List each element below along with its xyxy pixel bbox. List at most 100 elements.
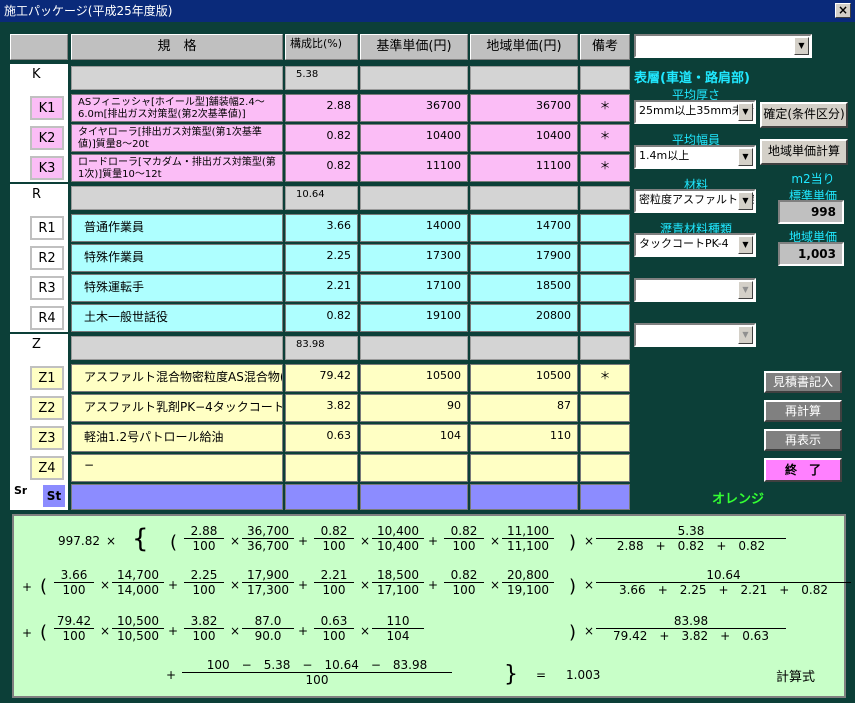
denominator: 104 bbox=[386, 629, 410, 643]
disabled-select-2[interactable]: ▼ bbox=[634, 323, 756, 347]
brace-close: } bbox=[504, 662, 518, 687]
plus-sign: + bbox=[298, 624, 309, 638]
exit-button[interactable]: 終 了 bbox=[764, 458, 842, 482]
times-sign: × bbox=[230, 624, 241, 638]
chevron-down-icon[interactable]: ▼ bbox=[738, 148, 753, 166]
m2-label: m2当り 標準単価 bbox=[788, 172, 837, 203]
header-note: 備考 bbox=[580, 34, 630, 60]
st-key: St bbox=[42, 484, 66, 508]
formula-base: 997.82 bbox=[58, 534, 100, 548]
chevron-down-icon[interactable]: ▼ bbox=[738, 236, 753, 254]
row-local-Z4 bbox=[470, 454, 578, 482]
row-local-R3: 18500 bbox=[470, 274, 578, 302]
paren-close: ) bbox=[569, 576, 577, 597]
group-local-cell bbox=[470, 336, 578, 360]
denominator: 100 bbox=[322, 629, 346, 643]
disabled-select-1[interactable]: ▼ bbox=[634, 278, 756, 302]
chevron-down-icon[interactable]: ▼ bbox=[738, 281, 753, 299]
numerator: 11,100 bbox=[502, 524, 554, 539]
denominator: 100 bbox=[192, 629, 216, 643]
denominator: 100 bbox=[322, 583, 346, 597]
denominator: 90.0 bbox=[254, 629, 282, 643]
row-std-R2: 17300 bbox=[360, 244, 468, 272]
estimate-button[interactable]: 見積書記入 bbox=[764, 371, 842, 393]
times-sign: × bbox=[584, 624, 595, 638]
section-title: 表層(車道・路肩部) bbox=[634, 71, 750, 86]
times-sign: × bbox=[100, 578, 111, 592]
fraction-rest: 100 − 5.38 − 10.64 − 83.98 100 bbox=[182, 658, 452, 687]
numerator: 5.38 bbox=[596, 524, 786, 539]
row-local-Z1: 10500 bbox=[470, 364, 578, 392]
row-name-Z3: 軽油1.2号パトロール給油 bbox=[71, 424, 283, 452]
row-key-R4: R4 bbox=[30, 306, 64, 330]
plus-sign: + bbox=[22, 580, 33, 594]
fraction-weight: 10.64 3.66 + 2.25 + 2.21 + 0.82 bbox=[596, 568, 851, 597]
row-name-K1: ASフィニッシャ[ホイール型]舗装幅2.4〜6.0m[排出ガス対策型(第2次基準… bbox=[71, 94, 283, 122]
row-ratio-K1: 2.88 bbox=[285, 94, 358, 122]
row-note-Z1: ＊ bbox=[580, 364, 630, 392]
chevron-down-icon[interactable]: ▼ bbox=[738, 192, 753, 210]
chevron-down-icon[interactable]: ▼ bbox=[794, 37, 809, 55]
close-button[interactable]: × bbox=[835, 3, 851, 18]
fraction-price: 17,900 17,300 bbox=[242, 568, 294, 597]
fraction-price: 11,100 11,100 bbox=[502, 524, 554, 553]
numerator: 2.88 bbox=[184, 524, 224, 539]
group-std-cell bbox=[360, 186, 468, 210]
numerator: 20,800 bbox=[502, 568, 554, 583]
row-local-R2: 17900 bbox=[470, 244, 578, 272]
row-key-R2: R2 bbox=[30, 246, 64, 270]
chevron-down-icon[interactable]: ▼ bbox=[738, 326, 753, 344]
row-std-K2: 10400 bbox=[360, 124, 468, 152]
numerator: 3.82 bbox=[184, 614, 224, 629]
confirm-button[interactable]: 確定(条件区分) bbox=[760, 102, 848, 128]
times-sign: × bbox=[490, 534, 501, 548]
row-ratio-R1: 3.66 bbox=[285, 214, 358, 242]
local-unit-value: 1,003 bbox=[778, 242, 844, 266]
top-select[interactable]: ▼ bbox=[634, 34, 812, 58]
st-name-cell bbox=[71, 484, 283, 510]
fraction-price: 14,700 14,000 bbox=[112, 568, 164, 597]
recalc-button[interactable]: 再計算 bbox=[764, 400, 842, 422]
fraction-price: 20,800 19,100 bbox=[502, 568, 554, 597]
row-std-R4: 19100 bbox=[360, 304, 468, 332]
row-std-Z3: 104 bbox=[360, 424, 468, 452]
sr-label: Sr bbox=[14, 484, 28, 497]
denominator: 3.66 + 2.25 + 2.21 + 0.82 bbox=[618, 583, 829, 597]
fraction-price: 36,700 36,700 bbox=[242, 524, 294, 553]
fraction-ratio: 2.21 100 bbox=[314, 568, 354, 597]
paren-open: ( bbox=[40, 576, 48, 597]
window-titlebar: 施工パッケージ(平成25年度版) × bbox=[0, 0, 855, 22]
row-ratio-K2: 0.82 bbox=[285, 124, 358, 152]
plus-sign: + bbox=[22, 626, 33, 640]
group-ratio: 10.64 bbox=[285, 186, 358, 210]
row-note-Z4 bbox=[580, 454, 630, 482]
row-std-K1: 36700 bbox=[360, 94, 468, 122]
redisplay-button[interactable]: 再表示 bbox=[764, 429, 842, 451]
fraction-price: 87.0 90.0 bbox=[242, 614, 294, 643]
material-select[interactable]: 密粒度アスファルト混合物▼ bbox=[634, 189, 756, 213]
denominator: 100 bbox=[452, 539, 476, 553]
row-name-Z4: − bbox=[71, 454, 283, 482]
denominator: 19,100 bbox=[507, 583, 549, 597]
times-sign: × bbox=[360, 624, 371, 638]
fraction-ratio: 0.82 100 bbox=[444, 568, 484, 597]
row-key-Z2: Z2 bbox=[30, 396, 64, 420]
numerator: 110 bbox=[372, 614, 424, 629]
row-local-R4: 20800 bbox=[470, 304, 578, 332]
asphalt-select[interactable]: タックコートPK-4 ▼ bbox=[634, 233, 756, 257]
row-name-R3: 特殊運転手 bbox=[71, 274, 283, 302]
row-name-Z1: アスファルト混合物密粒度AS混合物(20) bbox=[71, 364, 283, 392]
row-std-K3: 11100 bbox=[360, 154, 468, 182]
numerator: 14,700 bbox=[112, 568, 164, 583]
row-std-R1: 14000 bbox=[360, 214, 468, 242]
group-ratio: 5.38 bbox=[285, 66, 358, 90]
paren-open: ( bbox=[40, 622, 48, 643]
denominator: 100 bbox=[322, 539, 346, 553]
row-key-Z3: Z3 bbox=[30, 426, 64, 450]
calc-button[interactable]: 地域単価計算 bbox=[760, 139, 848, 165]
fraction-ratio: 3.82 100 bbox=[184, 614, 224, 643]
width-select[interactable]: 1.4m以上 ▼ bbox=[634, 145, 756, 169]
chevron-down-icon[interactable]: ▼ bbox=[738, 103, 753, 121]
thickness-select[interactable]: 25mm以上35mm未満 ▼ bbox=[634, 100, 756, 124]
times-sign: × bbox=[100, 624, 111, 638]
